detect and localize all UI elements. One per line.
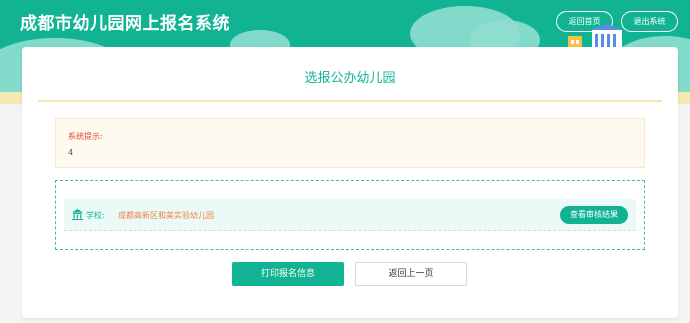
app-title: 成都市幼儿园网上报名系统: [20, 14, 230, 34]
main-card: 选报公办幼儿园 系统提示: 4 学校: 成都高新区和美实验幼儿园 查看审核结果 …: [22, 47, 678, 318]
back-button[interactable]: 返回上一页: [355, 262, 467, 286]
title-divider: [38, 100, 662, 102]
view-review-result-button[interactable]: 查看审核结果: [560, 206, 628, 224]
school-label: 学校:: [86, 211, 105, 220]
logout-button[interactable]: 退出系统: [621, 11, 678, 32]
page-title: 选报公办幼儿园: [304, 71, 396, 86]
institution-icon: [72, 209, 83, 220]
school-name: 成都高新区和美实验幼儿园: [118, 211, 214, 220]
notice-value: 4: [68, 148, 74, 157]
notice-label: 系统提示:: [68, 132, 103, 141]
school-section: 学校: 成都高新区和美实验幼儿园 查看审核结果: [55, 180, 645, 250]
school-row: 学校: 成都高新区和美实验幼儿园 查看审核结果: [64, 199, 636, 231]
system-notice: 系统提示: 4: [55, 118, 645, 168]
print-registration-button[interactable]: 打印报名信息: [232, 262, 344, 286]
